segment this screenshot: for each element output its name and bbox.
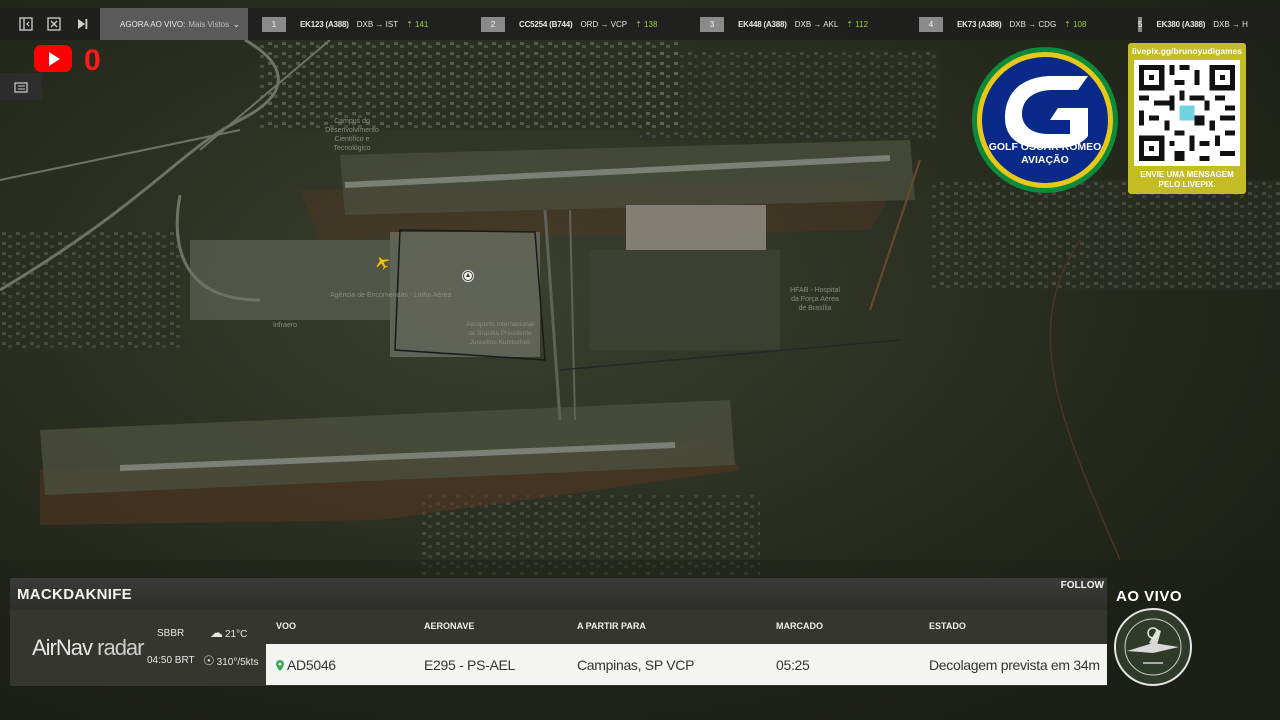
channel-badge (1114, 608, 1192, 686)
flight-ticker: 1 EK123 (A388) DXB → IST 141 2 CC5254 (B… (262, 16, 1248, 32)
map-label-campus-2: Desenvolvimento (325, 127, 379, 134)
ticker-route: DXB → IST (356, 19, 399, 29)
cell-flight: AD5046 (276, 657, 336, 673)
wind-readout: ☉ 310°/5kts (203, 653, 258, 669)
temperature: 21°C (225, 629, 248, 640)
cell-route: Campinas, SP VCP (577, 657, 695, 673)
layers-icon[interactable] (0, 73, 42, 100)
cell-status: Decolagem prevista em 34m (929, 657, 1100, 673)
ticker-route: DXB → AKL (794, 19, 839, 29)
header-flight: VOO (276, 621, 297, 631)
ticker-count: 141 (406, 20, 428, 29)
ticker-count: 138 (635, 20, 657, 29)
ticker-flight: CC5254 (B744) (519, 19, 573, 29)
youtube-icon (34, 45, 72, 72)
ticker-index: 1 (262, 16, 286, 32)
ticker-route: DXB → CDG (1009, 19, 1057, 29)
map-label-airforce-3: de Brasília (798, 305, 831, 312)
residential-area (930, 180, 1280, 290)
ticker-flight: EK73 (A388) (957, 19, 1002, 29)
callsign: MACKDAKNIFE (17, 585, 132, 603)
location-pin-icon[interactable] (462, 270, 474, 282)
residential-area (0, 230, 180, 350)
ticker-item[interactable]: 5 EK380 (A388) DXB → HK (1138, 16, 1248, 32)
follow-button[interactable]: FOLLOW (1061, 580, 1104, 591)
terminal-buildings (190, 240, 390, 320)
qr-message-line-1: ENVIE UMA MENSAGEM (1140, 170, 1234, 179)
top-bar: AGORA AO VIVO: Mais Vistos ⌄ 1 EK123 (A3… (0, 8, 1280, 40)
qr-url: livepix.gg/brunoyudigames (1131, 46, 1243, 56)
ticker-index: 2 (481, 16, 505, 32)
airnav-brand-bold: AirNav (32, 635, 93, 660)
airnav-brand-thin: radar (92, 635, 144, 660)
map-label-campus: Campus do (334, 118, 370, 125)
qr-message-line-2: PELO LIVEPIX. (1158, 180, 1216, 189)
ticker-flight: EK448 (A388) (738, 19, 787, 29)
now-playing-dropdown[interactable]: AGORA AO VIVO: Mais Vistos ⌄ (100, 8, 248, 40)
cell-aircraft: E295 - PS-AEL (424, 657, 516, 673)
header-scheduled: MARCADO (776, 621, 823, 631)
ticker-index: 5 (1138, 16, 1143, 32)
ticker-index: 3 (700, 16, 724, 32)
flight-info-panel: MACKDAKNIFE FOLLOW AirNav radar SBBR 04:… (10, 578, 1107, 686)
ticker-flight: EK380 (A388) (1156, 19, 1206, 29)
chevron-down-icon: ⌄ (232, 18, 240, 29)
ticker-item[interactable]: 2 CC5254 (B744) ORD → VCP 138 (481, 16, 700, 32)
ticker-count: 112 (846, 20, 868, 29)
close-panel-icon[interactable] (40, 8, 68, 40)
ao-vivo-label: AO VIVO (1116, 588, 1183, 605)
map-label-campus-3: Científico e (334, 136, 369, 143)
map-label-campus-4: Tecnológico (334, 145, 371, 152)
wind: 310°/5kts (216, 657, 259, 668)
ticker-route: ORD → VCP (580, 19, 628, 29)
wind-compass-icon: ☉ (203, 653, 215, 668)
ticker-item[interactable]: 4 EK73 (A388) DXB → CDG 108 (919, 16, 1138, 32)
gor-logo-line-1: GOLF OSCAR ROMEO (988, 141, 1102, 153)
map-label-airport-3: Juscelino Kubitschek (470, 339, 531, 346)
ticker-item[interactable]: 1 EK123 (A388) DXB → IST 141 (262, 16, 481, 32)
map-label-airforce-2: da Força Aérea (791, 296, 839, 303)
flight-table-row[interactable]: AD5046 E295 - PS-AEL Campinas, SP VCP 05… (266, 644, 1107, 685)
airnav-radar-logo: AirNav radar (32, 635, 145, 661)
temperature-readout: ☁ 21°C (210, 625, 247, 641)
qr-code[interactable] (1134, 60, 1240, 166)
flight-number: AD5046 (287, 657, 336, 673)
local-time: 04:50 BRT (147, 655, 195, 666)
gor-logo-text: GOLF OSCAR ROMEO AVIAÇÃO (983, 141, 1107, 167)
map-label-other: Infraero (273, 322, 297, 329)
ticker-flight: EK123 (A388) (300, 19, 349, 29)
header-status: ESTADO (929, 621, 966, 631)
ticker-item[interactable]: 3 EK448 (A388) DXB → AKL 112 (700, 16, 919, 32)
ticker-index: 4 (919, 16, 943, 32)
map-label-airport-2: de Brasília Presidente (468, 330, 532, 337)
map-label-agency: Agência de Encomendas - Linha Aérea (330, 292, 452, 299)
flight-info-header: MACKDAKNIFE (10, 578, 1107, 610)
livepix-qr-card[interactable]: livepix.gg/brunoyudigames ENVIE UMA MENS… (1128, 43, 1246, 194)
map-pin-icon (276, 660, 284, 671)
header-aircraft: AERONAVE (424, 621, 475, 631)
now-playing-title: Mais Vistos (188, 19, 230, 29)
youtube-count: 0 (84, 44, 101, 77)
map-label-airport: Aeroporto Internacional (466, 321, 534, 328)
now-playing-prefix: AGORA AO VIVO: (120, 19, 186, 29)
cell-scheduled: 05:25 (776, 657, 810, 673)
flight-table-header: VOO AERONAVE A PARTIR PARA MARCADO ESTAD… (266, 610, 1107, 644)
header-route: A PARTIR PARA (577, 621, 646, 631)
skip-next-icon[interactable] (68, 8, 96, 40)
flight-info-body: AirNav radar SBBR 04:50 BRT ☁ 21°C ☉ 310°/… (10, 610, 1107, 686)
golf-oscar-romeo-logo (972, 47, 1118, 193)
air-force-base (590, 250, 780, 350)
ticker-route: DXB → HK (1213, 19, 1248, 29)
cloud-icon: ☁ (210, 625, 223, 640)
map-label-airforce: HFAB - Hospital (790, 287, 840, 294)
qr-message: ENVIE UMA MENSAGEM PELO LIVEPIX. (1128, 170, 1246, 190)
gor-logo-line-2: AVIAÇÃO (1021, 154, 1069, 166)
ticker-count: 108 (1064, 20, 1086, 29)
residential-area (640, 50, 940, 140)
airport-code: SBBR (157, 628, 185, 639)
air-force-buildings (626, 205, 766, 250)
residential-area (260, 40, 680, 130)
sidebar-toggle-icon[interactable] (12, 8, 40, 40)
